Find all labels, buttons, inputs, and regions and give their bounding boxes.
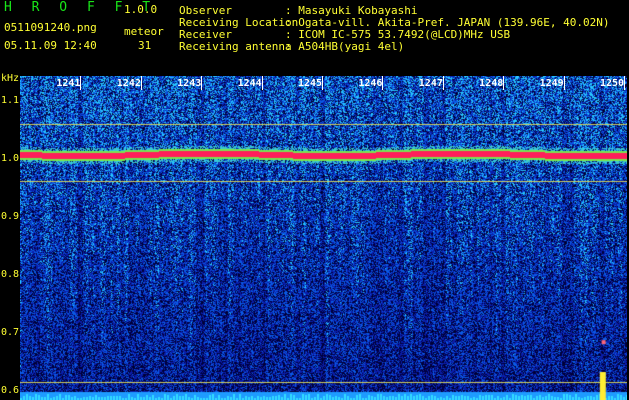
time-tick-label: 1248	[479, 78, 504, 89]
time-tick-mark	[563, 76, 565, 90]
time-tick-mark	[261, 76, 263, 90]
time-tick-mark	[503, 76, 505, 90]
time-tick-mark	[623, 76, 625, 90]
y-tick-label: 0.6	[1, 385, 20, 397]
time-tick-label: 1245	[297, 78, 323, 89]
meta-value-antenna: : A504HB(yagi 4el)	[285, 40, 405, 53]
spectrogram-canvas	[20, 76, 627, 400]
y-tick-label: 0.7	[1, 327, 20, 339]
time-tick-mark	[201, 76, 203, 90]
time-tick-label: 1250	[599, 78, 625, 89]
app-version: 1.0.0	[124, 3, 158, 16]
time-tick-label: 1243	[177, 78, 202, 89]
time-tick-mark	[80, 76, 82, 90]
y-tick-label: 0.8	[1, 269, 20, 281]
time-tick-mark	[382, 76, 384, 90]
time-tick-mark	[442, 76, 444, 90]
time-tick-label: 1241	[56, 78, 81, 89]
header-panel: H R O F F T 1.0.0 0511091240.png 05.11.0…	[0, 0, 629, 76]
time-tick-label: 1249	[539, 78, 564, 89]
meta-key-antenna: Receiving antenna	[179, 40, 292, 53]
y-tick-label: 1.0	[1, 153, 20, 165]
file-datetime: 05.11.09 12:40	[4, 39, 97, 52]
time-tick-label: 1244	[237, 78, 262, 89]
time-tick-label: 1246	[358, 78, 383, 89]
spectrogram-plot: 1241 1242 1243 1244 1245 1246 1247 1248 1249 1250	[20, 76, 627, 400]
file-name: 0511091240.png	[4, 21, 97, 34]
time-tick-mark	[321, 76, 323, 90]
time-tick-mark	[140, 76, 142, 90]
y-tick-label: 1.1	[1, 95, 20, 107]
time-tick-label: 1242	[116, 78, 141, 89]
time-tick-label: 1247	[418, 78, 443, 89]
mode-label: meteor	[124, 25, 164, 38]
mode-count: 31	[138, 39, 152, 52]
y-axis-unit: kHz	[1, 73, 20, 84]
y-tick-label: 0.9	[1, 211, 20, 223]
